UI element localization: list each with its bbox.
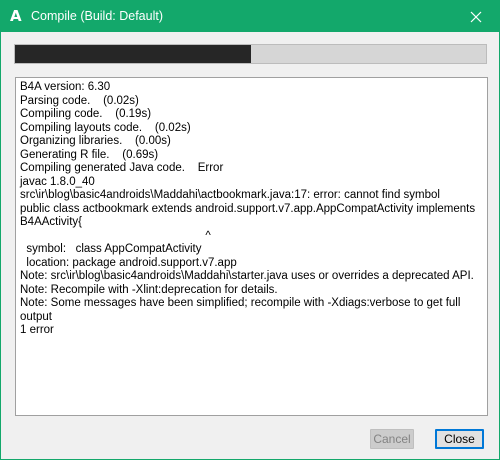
log-line: Compiling generated Java code. Error	[20, 162, 224, 174]
log-line: public class actbookmark extends android…	[20, 202, 479, 229]
log-line: location: package android.support.v7.app	[20, 256, 237, 269]
log-line: ^	[20, 229, 211, 242]
close-icon	[470, 11, 482, 22]
log-line: Organizing libraries. (0.00s)	[20, 135, 171, 147]
log-line: Compiling layouts code. (0.02s)	[20, 121, 191, 134]
log-line: 1 error	[20, 324, 54, 336]
title-bar[interactable]: A Compile (Build: Default)	[1, 1, 499, 32]
log-line: symbol: class AppCompatActivity	[20, 243, 202, 255]
log-line: Generating R file. (0.69s)	[20, 148, 159, 161]
close-button[interactable]: Close	[435, 429, 484, 449]
compile-progress-bar	[14, 44, 487, 64]
log-line: Note: Recompile with -Xlint:deprecation …	[20, 283, 278, 296]
log-line: javac 1.8.0_40	[20, 175, 95, 188]
compile-log-output[interactable]: B4A version: 6.30 Parsing code. (0.02s) Co…	[15, 77, 488, 416]
progress-bar-fill	[15, 45, 251, 63]
log-line: B4A version: 6.30	[20, 81, 111, 93]
log-line: Note: Some messages have been simplified…	[20, 297, 464, 323]
window-title: Compile (Build: Default)	[31, 9, 163, 23]
window-close-button[interactable]	[453, 1, 499, 32]
compile-dialog: A Compile (Build: Default) B4A version: …	[0, 0, 500, 460]
log-line: src\ir\blog\basic4androids\Maddahi\actbo…	[20, 189, 440, 201]
b4a-logo-icon: A	[10, 7, 22, 25]
log-line: Compiling code. (0.19s)	[20, 108, 152, 120]
cancel-button[interactable]: Cancel	[370, 429, 414, 449]
log-line: Parsing code. (0.02s)	[20, 94, 139, 107]
log-line: Note: src\ir\blog\basic4androids\Maddahi…	[20, 270, 474, 282]
